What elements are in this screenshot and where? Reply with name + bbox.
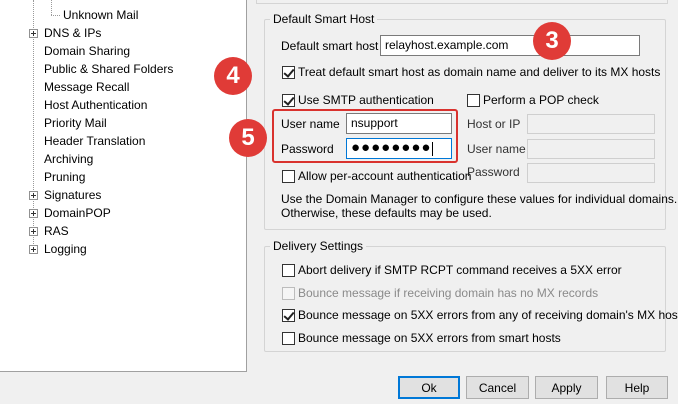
pop-check-checkbox[interactable] — [467, 94, 480, 107]
abort-delivery-5xx-label: Abort delivery if SMTP RCPT command rece… — [298, 263, 622, 277]
cancel-button[interactable]: Cancel — [466, 376, 529, 399]
settings-tree[interactable]: Unknown Mail DNS & IPs Domain Sharing Pu… — [0, 0, 247, 372]
pop-check-label: Perform a POP check — [483, 93, 599, 107]
bounce-5xx-mx-hosts-label: Bounce message on 5XX errors from any of… — [298, 308, 678, 322]
tree-connector — [51, 15, 60, 16]
domain-manager-note-line2: Otherwise, these defaults may be used. — [281, 206, 492, 220]
bounce-5xx-smart-hosts-checkbox[interactable] — [282, 332, 295, 345]
pop-user-input[interactable] — [527, 139, 655, 159]
pop-user-label: User name — [467, 142, 526, 156]
bounce-no-mx-label: Bounce message if receiving domain has n… — [298, 286, 599, 300]
ok-button[interactable]: Ok — [398, 376, 460, 399]
right-pane-top-border — [256, 0, 668, 4]
annotation-badge-4: 4 — [214, 57, 252, 95]
pop-password-input[interactable] — [527, 163, 655, 183]
pop-host-input[interactable] — [527, 114, 655, 134]
annotation-highlight-box — [272, 109, 458, 163]
expand-plus-icon[interactable] — [29, 227, 38, 236]
abort-delivery-5xx-checkbox[interactable] — [282, 264, 295, 277]
treat-as-domain-label: Treat default smart host as domain name … — [298, 65, 661, 79]
use-smtp-auth-label: Use SMTP authentication — [298, 93, 434, 107]
group-title-default-smart-host: Default Smart Host — [270, 12, 378, 26]
expand-plus-icon[interactable] — [29, 191, 38, 200]
annotation-badge-3: 3 — [533, 22, 571, 60]
tree-item-cut-off — [62, 0, 122, 1]
expand-plus-icon[interactable] — [29, 245, 38, 254]
group-title-delivery-settings: Delivery Settings — [270, 239, 367, 253]
apply-button[interactable]: Apply — [535, 376, 598, 399]
dialog-button-bar: Ok Cancel Apply Help — [0, 372, 678, 404]
default-smart-host-label: Default smart host — [281, 39, 379, 53]
expand-plus-icon[interactable] — [29, 29, 38, 38]
use-smtp-auth-checkbox[interactable] — [282, 94, 295, 107]
pop-host-label: Host or IP — [467, 117, 521, 131]
expand-plus-icon[interactable] — [29, 209, 38, 218]
bounce-5xx-mx-hosts-checkbox[interactable] — [282, 309, 295, 322]
annotation-badge-5: 5 — [229, 119, 267, 157]
help-button[interactable]: Help — [606, 376, 668, 399]
default-smart-host-input[interactable]: relayhost.example.com — [380, 35, 640, 56]
treat-as-domain-checkbox[interactable] — [282, 66, 295, 79]
pop-password-label: Password — [467, 165, 520, 179]
bounce-no-mx-checkbox[interactable] — [282, 287, 295, 300]
allow-per-account-checkbox[interactable] — [282, 170, 295, 183]
allow-per-account-label: Allow per-account authentication — [298, 169, 472, 183]
bounce-5xx-smart-hosts-label: Bounce message on 5XX errors from smart … — [298, 331, 561, 345]
tree-connector — [51, 0, 52, 15]
